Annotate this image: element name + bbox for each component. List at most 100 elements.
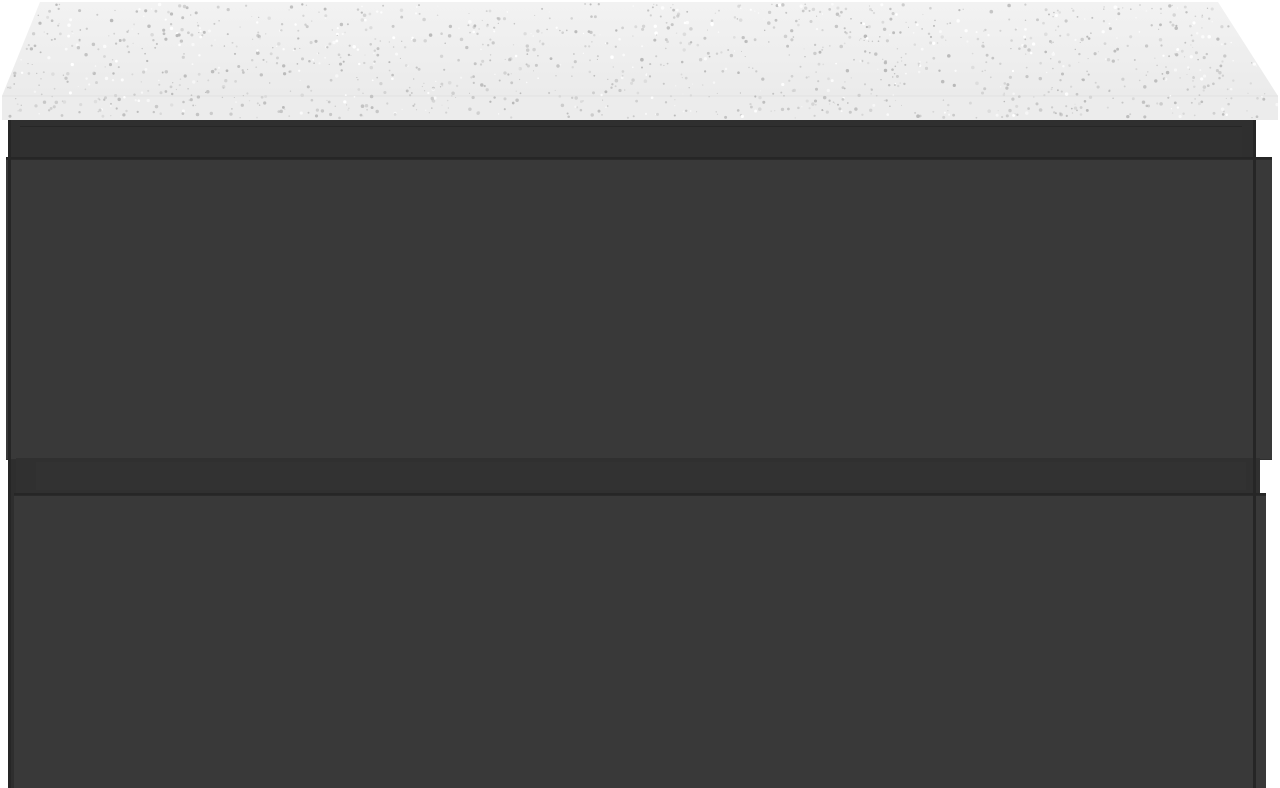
countertop-speckle (194, 11, 198, 15)
countertop-speckle (574, 105, 577, 109)
countertop-speckle (509, 58, 511, 61)
countertop-speckle (546, 28, 548, 31)
countertop-speckle (862, 22, 866, 26)
countertop-speckle (150, 7, 153, 10)
countertop-speckle (1147, 71, 1149, 73)
countertop-speckle (277, 42, 281, 46)
top-drawer-front[interactable] (6, 157, 1272, 460)
countertop-speckle (1079, 41, 1081, 44)
countertop-speckle (714, 12, 717, 14)
countertop-speckle (1010, 47, 1012, 50)
countertop-speckle (805, 99, 809, 103)
countertop-speckle (612, 66, 614, 68)
countertop-speckle (338, 62, 343, 66)
countertop-speckle (621, 26, 624, 30)
countertop-speckle (844, 7, 848, 11)
countertop-speckle (480, 83, 484, 87)
countertop-speckle (150, 33, 154, 37)
countertop-speckle (1143, 85, 1147, 89)
countertop-speckle (198, 27, 202, 30)
countertop-speckle (754, 109, 758, 113)
countertop-speckle (1074, 38, 1077, 42)
countertop-speckle (217, 66, 221, 69)
countertop-speckle (78, 110, 81, 114)
countertop-speckle (525, 48, 530, 52)
bottom-drawer-front[interactable] (14, 493, 1266, 788)
countertop-speckle (971, 52, 974, 55)
countertop-speckle (850, 77, 852, 79)
countertop-speckle (689, 94, 693, 97)
countertop-speckle (940, 79, 945, 84)
countertop-speckle (987, 33, 990, 37)
countertop-speckle (231, 108, 233, 110)
countertop-speckle (256, 102, 259, 105)
countertop-speckle (643, 79, 648, 83)
countertop-speckle (808, 9, 811, 12)
countertop-speckle (120, 116, 122, 118)
countertop-speckle (549, 57, 553, 61)
countertop-speckle (1070, 107, 1073, 110)
countertop-speckle (382, 4, 385, 7)
countertop-speckle (242, 71, 245, 74)
countertop-speckle (314, 39, 318, 43)
countertop-speckle (811, 7, 816, 12)
countertop-speckle (840, 110, 843, 113)
countertop-speckle (665, 47, 667, 50)
countertop-speckle (1078, 61, 1080, 63)
countertop-speckle (920, 47, 924, 51)
countertop-speckle (781, 3, 785, 7)
countertop-speckle (954, 69, 957, 72)
countertop-speckle (880, 3, 884, 7)
countertop-speckle (548, 91, 551, 95)
countertop-speckle (447, 107, 450, 109)
countertop-speckle (727, 48, 730, 52)
countertop-speckle (169, 23, 173, 26)
countertop-speckle (987, 109, 991, 113)
countertop-speckle (883, 99, 886, 102)
countertop-speckle (309, 41, 313, 45)
countertop-speckle (265, 33, 267, 35)
countertop-speckle (1025, 53, 1027, 55)
countertop-speckle (127, 50, 131, 54)
countertop-speckle (478, 28, 480, 30)
countertop-speckle (161, 71, 164, 74)
countertop-speckle (597, 109, 601, 113)
countertop-speckle (467, 24, 470, 27)
countertop-speckle (410, 38, 413, 41)
countertop-speckle (510, 81, 514, 85)
countertop-speckle (566, 112, 569, 115)
countertop-speckle (698, 58, 703, 62)
countertop-speckle (848, 110, 852, 114)
countertop-speckle (1138, 31, 1141, 33)
countertop-speckle (943, 111, 946, 114)
countertop-speckle (233, 97, 235, 98)
countertop-speckle (357, 78, 359, 81)
countertop-speckle (828, 8, 832, 11)
countertop-speckle (68, 91, 72, 95)
countertop-speckle (632, 35, 634, 37)
countertop-speckle (858, 39, 861, 41)
countertop-speckle (875, 94, 878, 97)
countertop-speckle (894, 82, 897, 85)
countertop-speckle (899, 82, 901, 84)
countertop-speckle (1160, 44, 1163, 47)
countertop-speckle (301, 3, 304, 6)
countertop-speckle (114, 94, 118, 98)
countertop-speckle (558, 94, 562, 98)
countertop-speckle (123, 96, 126, 99)
countertop-speckle (962, 8, 964, 10)
countertop-speckle (867, 25, 871, 29)
countertop-speckle (167, 10, 170, 14)
countertop-speckle (1113, 5, 1118, 9)
countertop-speckle (1065, 105, 1068, 108)
countertop-speckle (94, 65, 97, 67)
countertop-speckle (907, 26, 910, 28)
countertop-speckle (468, 107, 472, 111)
countertop-speckle (919, 61, 921, 63)
countertop-speckle (795, 19, 798, 23)
countertop-speckle (1202, 74, 1207, 78)
countertop-speckle (58, 23, 60, 25)
countertop-speckle (662, 82, 665, 85)
countertop-speckle (749, 8, 752, 11)
countertop-speckle (618, 38, 621, 41)
